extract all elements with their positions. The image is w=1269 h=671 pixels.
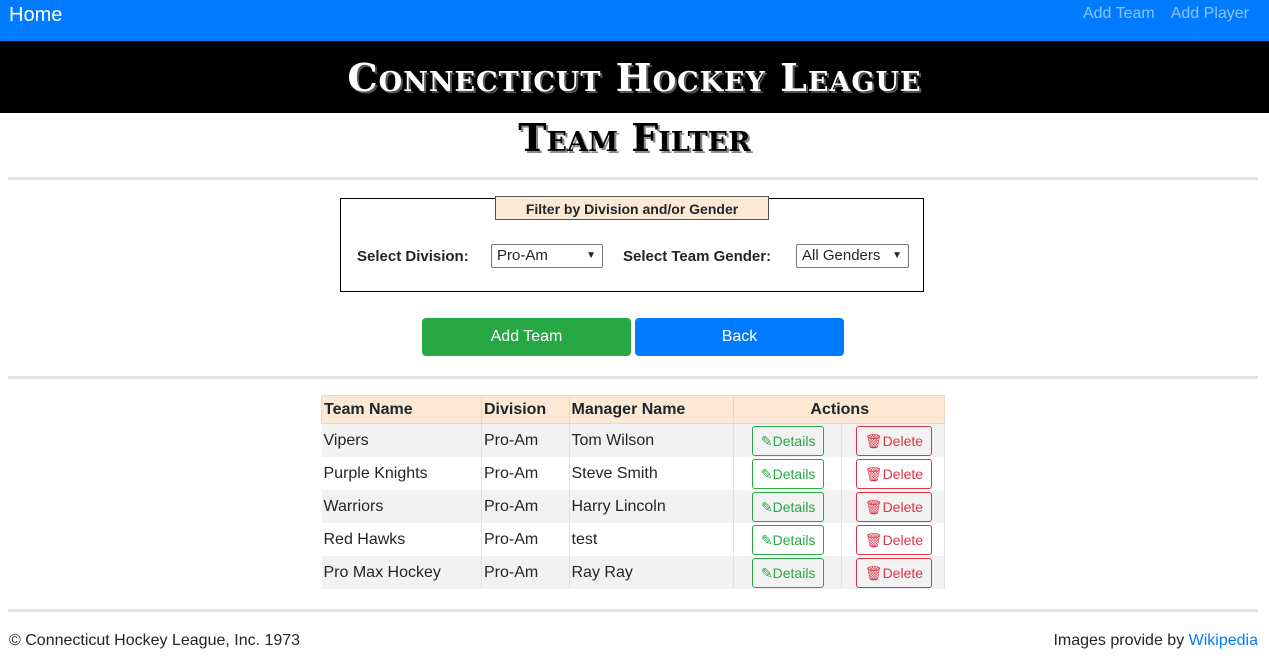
manager-name-cell: test <box>569 523 734 556</box>
table-row: Purple Knights Pro-Am Steve Smith ✎Details 🗑… <box>321 457 946 490</box>
edit-icon: ✎ <box>760 564 773 581</box>
team-name-cell: Vipers <box>321 423 482 457</box>
gender-label: Select Team Gender: <box>623 248 772 265</box>
divider-top <box>8 177 1258 180</box>
manager-name-cell: Ray Ray <box>569 556 734 589</box>
details-cell: ✎Details <box>733 423 842 457</box>
dropdown-arrow-icon: ▼ <box>586 250 596 261</box>
header-manager-name: Manager Name <box>568 395 734 424</box>
league-banner: Connecticut Hockey League <box>0 41 1269 113</box>
trash-icon: 🗑 <box>864 465 883 482</box>
wikipedia-link[interactable]: Wikipedia <box>1189 632 1258 649</box>
delete-cell: 🗑Delete <box>841 490 946 523</box>
division-select-value: Pro-Am <box>497 247 548 264</box>
details-button-label: Details <box>772 465 816 482</box>
trash-icon: 🗑 <box>864 564 883 581</box>
trash-icon: 🗑 <box>864 531 883 548</box>
footer-credit: Images provide by Wikipedia <box>1053 632 1258 650</box>
banner-title: Connecticut Hockey League <box>347 54 922 100</box>
delete-button-label: Delete <box>882 498 924 515</box>
table-row: Vipers Pro-Am Tom Wilson ✎Details 🗑Delete <box>321 423 946 457</box>
division-select[interactable]: Pro-Am ▼ <box>491 244 603 268</box>
details-cell: ✎Details <box>733 457 842 490</box>
gender-select[interactable]: All Genders ▼ <box>796 244 909 268</box>
delete-button-label: Delete <box>882 531 924 548</box>
edit-icon: ✎ <box>760 498 773 515</box>
delete-cell: 🗑Delete <box>841 457 946 490</box>
edit-icon: ✎ <box>760 531 773 548</box>
nav-add-team-link[interactable]: Add Team <box>1083 4 1155 24</box>
home-link[interactable]: Home <box>9 3 62 27</box>
table-row: Pro Max Hockey Pro-Am Ray Ray ✎Details 🗑Dele… <box>321 556 946 589</box>
header-actions: Actions <box>732 395 946 424</box>
division-cell: Pro-Am <box>481 423 570 457</box>
divider-middle <box>8 376 1258 379</box>
team-name-cell: Red Hawks <box>321 523 482 556</box>
back-button[interactable]: Back <box>635 318 844 356</box>
details-cell: ✎Details <box>733 556 842 589</box>
delete-cell: 🗑Delete <box>841 423 946 457</box>
details-button[interactable]: ✎Details <box>751 458 825 489</box>
details-button[interactable]: ✎Details <box>751 425 825 456</box>
division-cell: Pro-Am <box>481 523 570 556</box>
navbar: Home Add Team Add Player <box>0 0 1269 41</box>
header-team-name: Team Name <box>321 395 482 424</box>
delete-cell: 🗑Delete <box>841 523 946 556</box>
nav-add-player-link[interactable]: Add Player <box>1171 4 1249 24</box>
delete-button-label: Delete <box>882 465 924 482</box>
details-button-label: Details <box>772 531 816 548</box>
delete-button[interactable]: 🗑Delete <box>855 425 933 456</box>
details-button-label: Details <box>772 432 816 449</box>
filter-legend: Filter by Division and/or Gender <box>495 196 769 220</box>
details-button-label: Details <box>772 498 816 515</box>
details-button-label: Details <box>772 564 816 581</box>
divider-bottom <box>8 609 1258 612</box>
add-team-button[interactable]: Add Team <box>422 318 631 356</box>
edit-icon: ✎ <box>760 465 773 482</box>
team-name-cell: Pro Max Hockey <box>321 556 482 589</box>
delete-button[interactable]: 🗑Delete <box>855 524 933 555</box>
team-name-cell: Warriors <box>321 490 482 523</box>
manager-name-cell: Tom Wilson <box>569 423 734 457</box>
delete-button[interactable]: 🗑Delete <box>855 458 933 489</box>
delete-button[interactable]: 🗑Delete <box>855 557 933 588</box>
edit-icon: ✎ <box>760 432 773 449</box>
details-cell: ✎Details <box>733 523 842 556</box>
delete-cell: 🗑Delete <box>841 556 946 589</box>
details-button[interactable]: ✎Details <box>751 524 825 555</box>
table-row: Warriors Pro-Am Harry Lincoln ✎Details 🗑Dele… <box>321 490 946 523</box>
details-button[interactable]: ✎Details <box>751 491 825 522</box>
division-cell: Pro-Am <box>481 490 570 523</box>
details-button[interactable]: ✎Details <box>751 557 825 588</box>
trash-icon: 🗑 <box>864 432 883 449</box>
page-title: Team Filter <box>518 115 751 160</box>
delete-button[interactable]: 🗑Delete <box>855 491 933 522</box>
trash-icon: 🗑 <box>864 498 883 515</box>
delete-button-label: Delete <box>882 432 924 449</box>
table-header-row: Team Name Division Manager Name Actions <box>321 395 946 424</box>
header-division: Division <box>480 395 570 424</box>
dropdown-arrow-icon: ▼ <box>892 250 902 261</box>
footer-copyright: © Connecticut Hockey League, Inc. 1973 <box>9 632 301 649</box>
manager-name-cell: Steve Smith <box>569 457 734 490</box>
nav-links: Add Team Add Player <box>1083 4 1249 24</box>
teams-table: Team Name Division Manager Name Actions … <box>321 395 946 589</box>
division-cell: Pro-Am <box>481 556 570 589</box>
team-name-cell: Purple Knights <box>321 457 482 490</box>
table-row: Red Hawks Pro-Am test ✎Details 🗑Delete <box>321 523 946 556</box>
division-cell: Pro-Am <box>481 457 570 490</box>
division-label: Select Division: <box>357 248 469 265</box>
delete-button-label: Delete <box>882 564 924 581</box>
manager-name-cell: Harry Lincoln <box>569 490 734 523</box>
gender-select-value: All Genders <box>802 247 881 264</box>
details-cell: ✎Details <box>733 490 842 523</box>
footer-credit-prefix: Images provide by <box>1053 632 1189 649</box>
